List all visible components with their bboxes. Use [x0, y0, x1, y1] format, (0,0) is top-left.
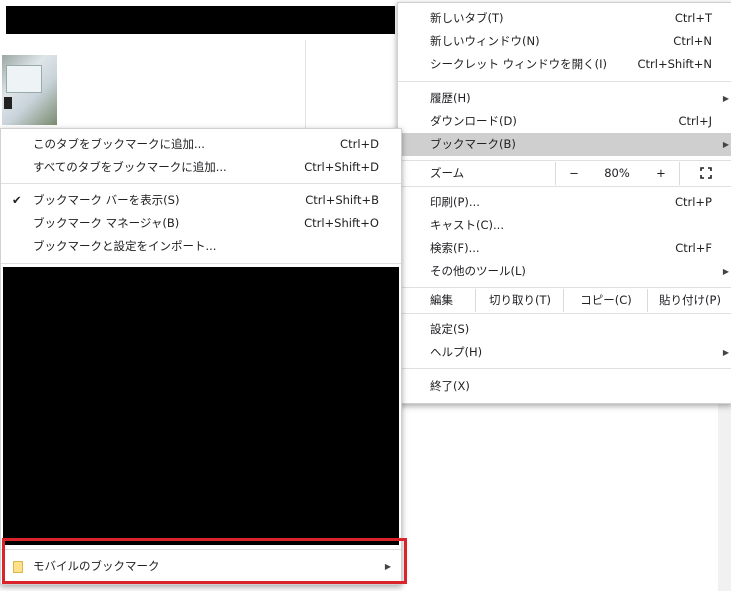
page-thumbnail-image	[2, 55, 57, 125]
bookmark-submenu: このタブをブックマークに追加... Ctrl+D すべてのタブをブックマークに追…	[0, 128, 402, 585]
menu-item-print[interactable]: 印刷(P)... Ctrl+P	[398, 191, 731, 214]
chevron-right-icon: ▶	[722, 94, 729, 103]
menu-item-more-tools[interactable]: その他のツール(L) ▶	[398, 260, 731, 283]
chevron-right-icon: ▶	[722, 140, 729, 149]
fullscreen-icon	[700, 167, 712, 179]
menu-item-bookmark-this-tab[interactable]: このタブをブックマークに追加... Ctrl+D	[1, 133, 401, 156]
menu-separator	[398, 186, 731, 187]
checkmark-icon: ✔	[12, 193, 22, 207]
highlight-annotation-box	[2, 538, 407, 584]
zoom-level-value: 80%	[604, 166, 630, 180]
menu-item-exit[interactable]: 終了(X)	[398, 375, 731, 398]
chrome-main-menu: 新しいタブ(T) Ctrl+T 新しいウィンドウ(N) Ctrl+N シークレッ…	[397, 2, 731, 404]
menu-item-new-window[interactable]: 新しいウィンドウ(N) Ctrl+N	[398, 30, 731, 53]
divider	[305, 40, 306, 130]
menu-item-bookmarks[interactable]: ブックマーク(B) ▶	[398, 133, 731, 156]
chevron-right-icon: ▶	[722, 348, 729, 357]
copy-button[interactable]: コピー(C)	[563, 289, 648, 312]
fullscreen-button[interactable]	[679, 162, 731, 185]
menu-separator	[1, 183, 401, 184]
menu-separator	[398, 287, 731, 288]
menu-item-incognito[interactable]: シークレット ウィンドウを開く(I) Ctrl+Shift+N	[398, 53, 731, 76]
menu-separator	[398, 160, 731, 161]
menu-item-help[interactable]: ヘルプ(H) ▶	[398, 341, 731, 364]
chevron-right-icon: ▶	[722, 267, 729, 276]
menu-item-settings[interactable]: 設定(S)	[398, 318, 731, 341]
edit-row: 編集 切り取り(T) コピー(C) 貼り付け(P)	[398, 289, 731, 312]
zoom-in-button[interactable]: +	[643, 162, 679, 185]
cut-button[interactable]: 切り取り(T)	[475, 289, 564, 312]
menu-item-find[interactable]: 検索(F)... Ctrl+F	[398, 237, 731, 260]
page-scrollbar-track[interactable]	[718, 400, 731, 591]
menu-item-new-tab[interactable]: 新しいタブ(T) Ctrl+T	[398, 7, 731, 30]
menu-item-show-bookmark-bar[interactable]: ✔ ブックマーク バーを表示(S) Ctrl+Shift+B	[1, 189, 401, 212]
menu-separator	[398, 313, 731, 314]
menu-separator	[1, 263, 401, 264]
menu-separator	[398, 368, 731, 369]
menu-item-history[interactable]: 履歴(H) ▶	[398, 87, 731, 110]
menu-item-cast[interactable]: キャスト(C)...	[398, 214, 731, 237]
menu-item-bookmark-all-tabs[interactable]: すべてのタブをブックマークに追加... Ctrl+Shift+D	[1, 156, 401, 179]
redacted-bookmark-list	[3, 267, 399, 545]
paste-button[interactable]: 貼り付け(P)	[647, 289, 731, 312]
menu-item-bookmark-manager[interactable]: ブックマーク マネージャ(B) Ctrl+Shift+O	[1, 212, 401, 235]
redacted-area	[6, 6, 395, 34]
zoom-row: ズーム − 80% +	[398, 162, 731, 185]
menu-item-import-bookmarks[interactable]: ブックマークと設定をインポート...	[1, 235, 401, 258]
menu-item-downloads[interactable]: ダウンロード(D) Ctrl+J	[398, 110, 731, 133]
zoom-out-button[interactable]: −	[555, 162, 592, 185]
menu-separator	[398, 81, 731, 82]
